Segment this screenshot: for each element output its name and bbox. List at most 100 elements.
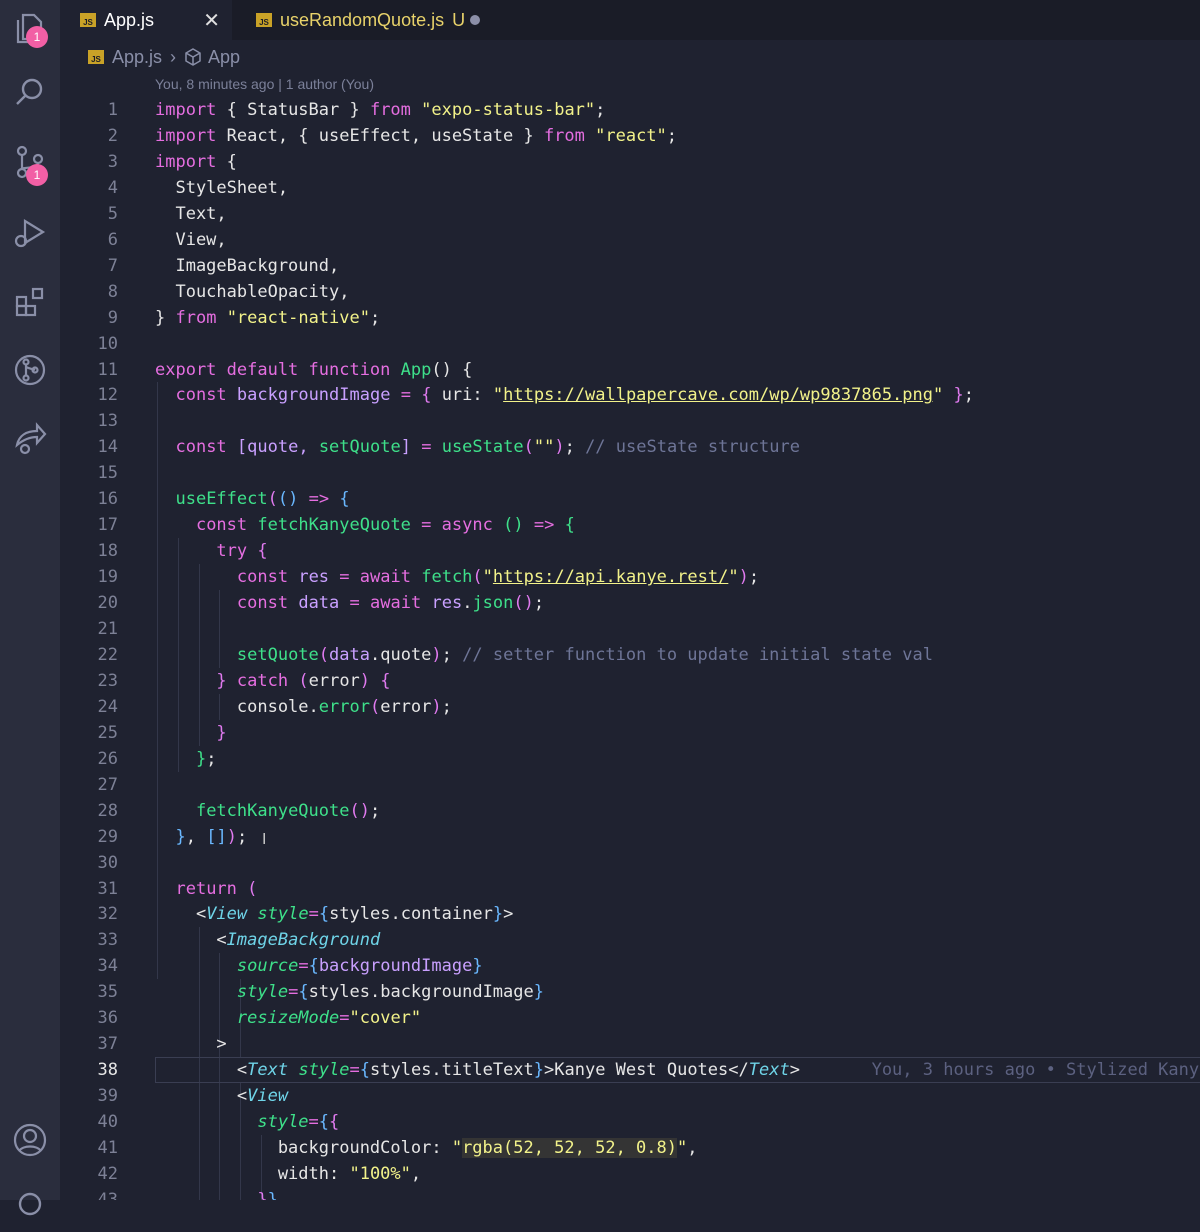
- code-line[interactable]: 13: [60, 408, 1200, 434]
- code-line[interactable]: 28 fetchKanyeQuote();: [60, 798, 1200, 824]
- code-token: StyleSheet,: [155, 177, 289, 198]
- code-token: https://wallpapercave.com/wp/wp9837865.p…: [503, 385, 933, 406]
- activity-bar: 1 1: [0, 0, 60, 1216]
- code-line[interactable]: 29 }, []);: [60, 824, 1200, 850]
- code-line[interactable]: 16 useEffect(() => {: [60, 486, 1200, 512]
- code-line[interactable]: 25 }: [60, 720, 1200, 746]
- code-line[interactable]: 34 source={backgroundImage}: [60, 953, 1200, 979]
- code-text: <View: [155, 1083, 288, 1109]
- line-number: 40: [97, 1112, 118, 1133]
- tab-use-random-quote-js[interactable]: JS useRandomQuote.js U: [236, 0, 496, 40]
- code-line[interactable]: 11 export default function App() {: [60, 357, 1200, 383]
- unsaved-dot-icon[interactable]: [470, 15, 480, 25]
- line-number: 8: [107, 281, 118, 302]
- code-line[interactable]: 27: [60, 772, 1200, 798]
- code-line[interactable]: 20 const data = await res.json();: [60, 590, 1200, 616]
- code-token: =: [308, 904, 319, 925]
- code-line[interactable]: 9} from "react-native";: [60, 305, 1200, 331]
- code-line[interactable]: 22 setQuote(data.quote); // setter funct…: [60, 642, 1200, 668]
- code-line[interactable]: 43 }}: [60, 1187, 1200, 1200]
- code-line[interactable]: 40 style={{: [60, 1109, 1200, 1135]
- code-token: uri:: [431, 385, 493, 406]
- code-line[interactable]: 18 try {: [60, 538, 1200, 564]
- line-number: 2: [107, 125, 118, 146]
- search-icon[interactable]: [0, 64, 60, 120]
- code-text: Text,: [155, 201, 226, 227]
- code-text: <Text style={styles.titleText}>Kanye Wes…: [155, 1057, 1199, 1083]
- code-line[interactable]: 2 import React, { useEffect, useState } f…: [60, 123, 1200, 149]
- code-line[interactable]: 24 console.error(error);: [60, 694, 1200, 720]
- code-token: https://api.kanye.rest/: [492, 567, 729, 588]
- code-token: setQuote: [318, 437, 401, 458]
- code-line[interactable]: 7 ImageBackground,: [60, 253, 1200, 279]
- code-line[interactable]: 1 import { StatusBar } from "expo-status-…: [60, 97, 1200, 123]
- code-line[interactable]: 33 <ImageBackground: [60, 927, 1200, 953]
- code-line[interactable]: 17 const fetchKanyeQuote = async () => {: [60, 512, 1200, 538]
- code-line[interactable]: 23 } catch (error) {: [60, 668, 1200, 694]
- code-token: const: [175, 385, 227, 406]
- explorer-icon[interactable]: 1: [0, 0, 60, 56]
- code-token: =: [421, 515, 432, 536]
- code-token: App: [400, 359, 432, 380]
- code-line[interactable]: 8 TouchableOpacity,: [60, 279, 1200, 305]
- code-line[interactable]: 3 import {: [60, 149, 1200, 175]
- gitlens-icon[interactable]: [0, 342, 60, 398]
- extensions-icon[interactable]: [0, 274, 60, 330]
- settings-gear-icon[interactable]: [0, 1176, 60, 1232]
- code-token: =: [421, 437, 432, 458]
- code-text: }}: [155, 1187, 278, 1200]
- code-token: backgroundImage: [236, 385, 391, 406]
- remote-share-icon[interactable]: [0, 410, 60, 466]
- code-token: const: [175, 437, 227, 458]
- code-line[interactable]: 41 backgroundColor: "rgba(52, 52, 52, 0.…: [60, 1135, 1200, 1161]
- code-line[interactable]: 38 <Text style={styles.titleText}>Kanye …: [60, 1057, 1200, 1084]
- code-line[interactable]: 37 >: [60, 1031, 1200, 1057]
- code-token: }: [492, 904, 504, 925]
- code-line[interactable]: 10: [60, 331, 1200, 357]
- code-line[interactable]: 32 <View style={styles.container}>: [60, 901, 1200, 927]
- account-icon[interactable]: [0, 1112, 60, 1168]
- code-token: "cover": [349, 1008, 422, 1029]
- code-line[interactable]: 30: [60, 850, 1200, 876]
- code-line[interactable]: 4 StyleSheet,: [60, 175, 1200, 201]
- source-control-icon[interactable]: 1: [0, 134, 60, 190]
- tab-app-js[interactable]: JS App.js ✕: [60, 0, 232, 40]
- line-number: 38: [97, 1060, 118, 1081]
- code-editor[interactable]: 1 import { StatusBar } from "expo-status-…: [60, 96, 1200, 1200]
- breadcrumb-symbol[interactable]: App: [208, 47, 240, 68]
- code-line[interactable]: 36 resizeMode="cover": [60, 1005, 1200, 1031]
- breadcrumb-file[interactable]: App.js: [112, 47, 162, 68]
- codelens-blame[interactable]: You, 8 minutes ago | 1 author (You): [155, 76, 374, 92]
- code-line[interactable]: 14 const [quote, setQuote] = useState(""…: [60, 434, 1200, 460]
- line-number: 25: [97, 722, 118, 743]
- tab-bar: JS App.js ✕ JS useRandomQuote.js U: [60, 0, 1200, 40]
- code-text: useEffect(() => {: [155, 486, 349, 512]
- code-line[interactable]: 21: [60, 616, 1200, 642]
- line-number: 41: [97, 1138, 118, 1158]
- code-line[interactable]: 12 const backgroundImage = { uri: "https…: [60, 382, 1200, 408]
- close-icon[interactable]: ✕: [203, 8, 220, 33]
- code-text: const data = await res.json();: [155, 590, 544, 616]
- chevron-right-icon: ›: [170, 46, 177, 67]
- code-token: import: [155, 100, 217, 120]
- code-token: async: [441, 515, 493, 536]
- code-line[interactable]: 6 View,: [60, 227, 1200, 253]
- code-line[interactable]: 5 Text,: [60, 201, 1200, 227]
- line-number: 1: [107, 100, 118, 120]
- code-line[interactable]: 31 return (: [60, 876, 1200, 902]
- code-line[interactable]: 26 };: [60, 746, 1200, 772]
- run-debug-icon[interactable]: [0, 204, 60, 260]
- code-line[interactable]: 42 width: "100%",: [60, 1161, 1200, 1187]
- code-line[interactable]: 15: [60, 460, 1200, 486]
- code-token: .: [462, 593, 473, 614]
- code-token: setQuote: [236, 644, 319, 665]
- line-number: 37: [97, 1034, 118, 1055]
- code-line[interactable]: 39 <View: [60, 1083, 1200, 1109]
- code-line[interactable]: 19 const res = await fetch("https://api.…: [60, 564, 1200, 590]
- code-line[interactable]: 35 style={styles.backgroundImage}: [60, 979, 1200, 1005]
- inline-blame-annotation[interactable]: You, 3 hours ago • Stylized Kany: [800, 1060, 1200, 1080]
